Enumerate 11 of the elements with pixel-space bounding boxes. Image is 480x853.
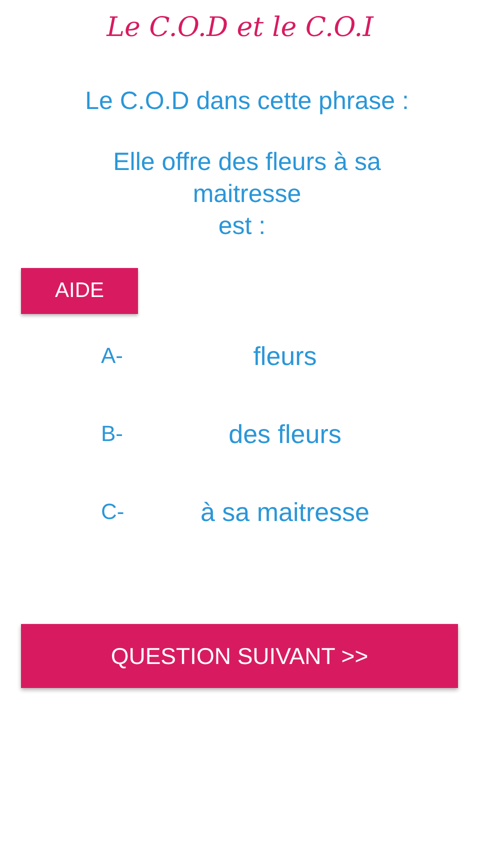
answer-option[interactable]: des fleurs: [160, 418, 410, 450]
next-question-button[interactable]: QUESTION SUIVANT >>: [21, 624, 458, 688]
option-letter: A-: [101, 343, 124, 369]
option-letter: C-: [101, 499, 126, 525]
answer-option[interactable]: à sa maitresse: [160, 496, 410, 528]
answer-option[interactable]: fleurs: [160, 340, 410, 372]
app-title: Le C.O.D et le C.O.I: [105, 11, 375, 45]
question-prompt: Le C.O.D dans cette phrase :: [84, 86, 410, 116]
help-button[interactable]: AIDE: [21, 268, 138, 314]
option-letter: B-: [101, 421, 124, 447]
question-suffix: est :: [217, 211, 267, 242]
